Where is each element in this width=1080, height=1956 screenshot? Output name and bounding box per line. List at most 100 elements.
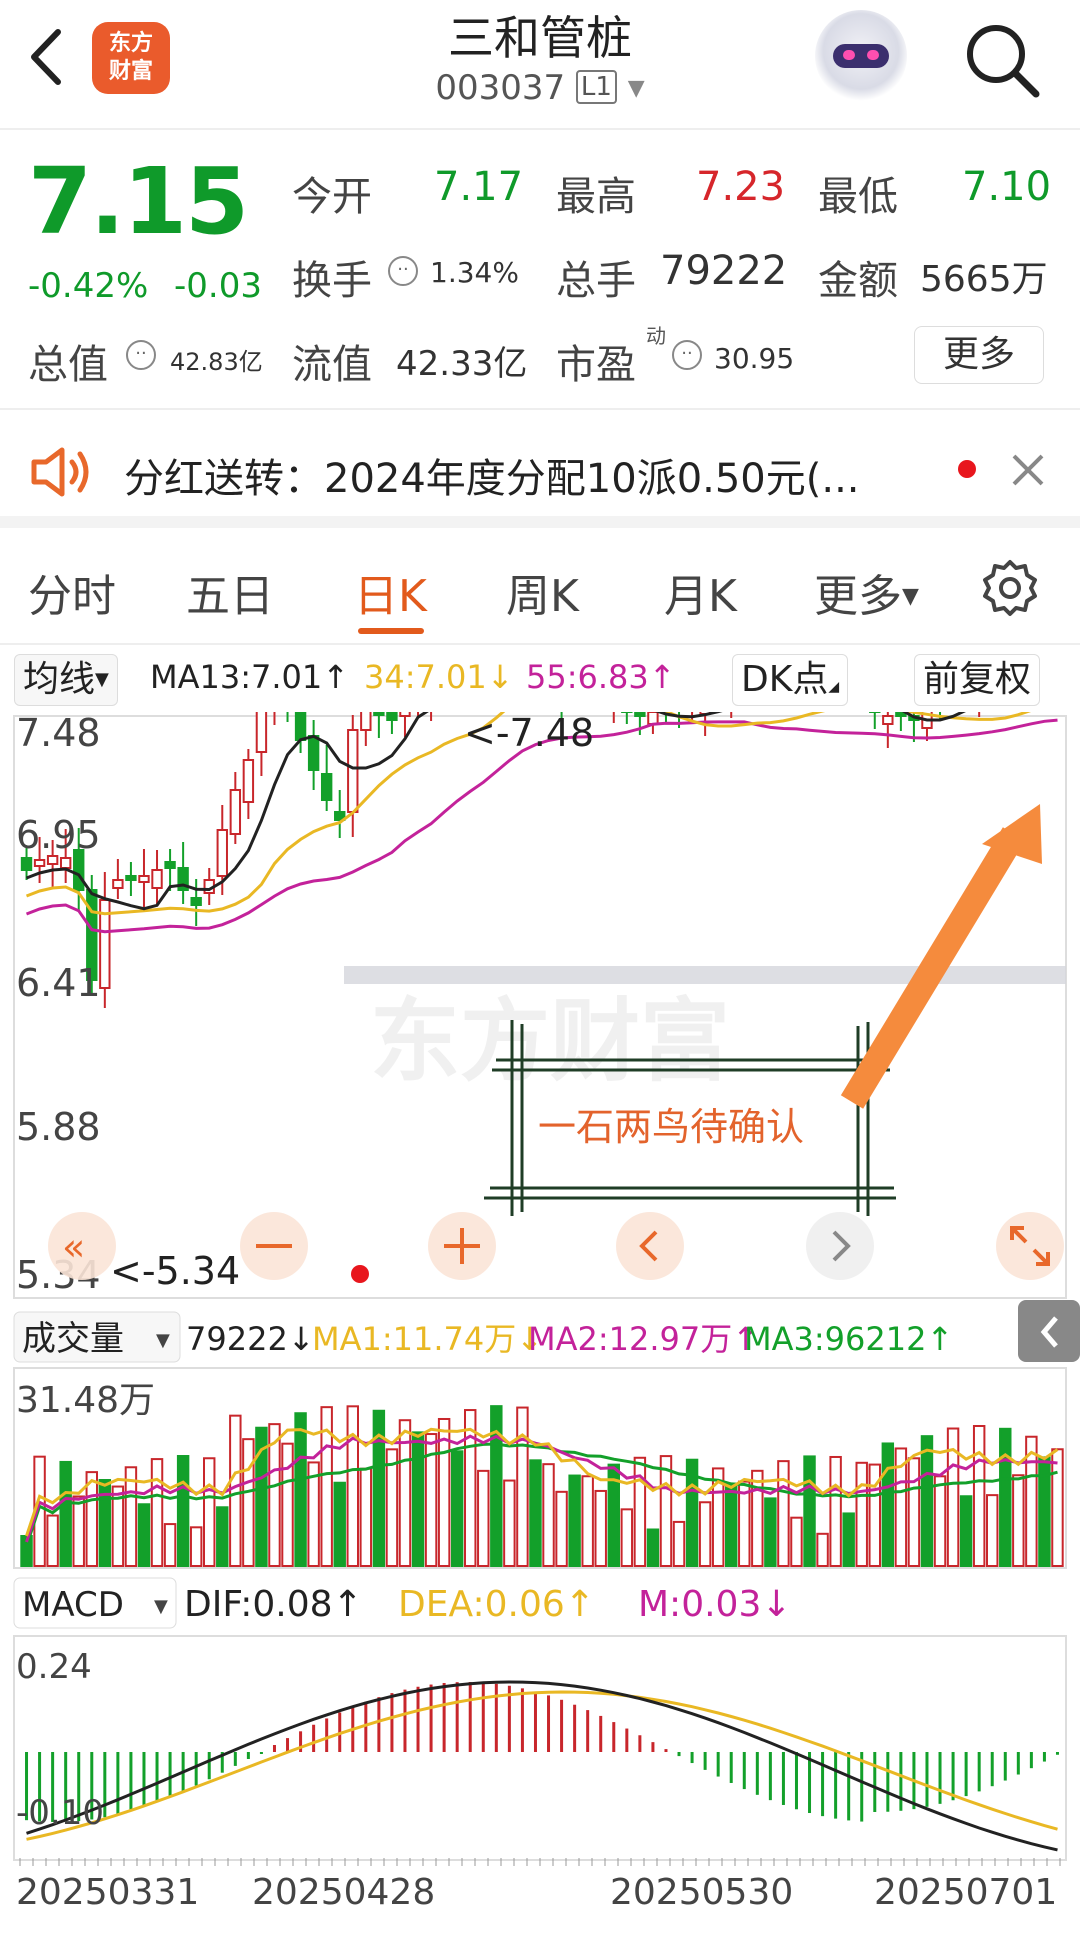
- corner-triangle-icon: ◢: [828, 679, 840, 695]
- dif-value: DIF:0.08↑: [184, 1584, 363, 1625]
- macd-bar: [520, 1688, 524, 1752]
- y-label: 5.88: [16, 1105, 101, 1149]
- high-label: 最高: [556, 174, 636, 220]
- volume-bar: [529, 1459, 542, 1568]
- volume-bar: [933, 1475, 947, 1567]
- candle-body: [33, 859, 46, 867]
- indicator-select[interactable]: 均线▼: [14, 654, 118, 706]
- candle-body: [386, 712, 398, 721]
- tab-minute[interactable]: 分时: [28, 560, 116, 624]
- volume-indicator-label: 成交量: [22, 1319, 124, 1359]
- low-marker: <-5.34: [110, 1249, 240, 1293]
- dk-point-button[interactable]: DK点◢: [732, 654, 849, 706]
- float-cap-value: 42.33亿: [396, 344, 528, 384]
- red-dot: [351, 1265, 369, 1283]
- assistant-robot-icon[interactable]: [815, 10, 907, 102]
- turnover-value: 1.34%: [430, 256, 519, 289]
- date-label: 20250331: [16, 1872, 199, 1913]
- info-icon[interactable]: ··: [126, 340, 156, 370]
- dif-line: [26, 1680, 1058, 1852]
- scroll-right-button[interactable]: [806, 1212, 874, 1280]
- volume-bar: [986, 1494, 999, 1567]
- adjust-button[interactable]: 前复权: [914, 654, 1041, 706]
- float-cap-label: 流值: [292, 342, 372, 388]
- tab-five-day[interactable]: 五日: [186, 560, 274, 624]
- tab-more[interactable]: 更多▼: [814, 560, 919, 624]
- macd-bar: [286, 1738, 290, 1752]
- macd-bar: [1003, 1752, 1007, 1781]
- stock-code[interactable]: 003037 L1 ▼: [0, 68, 1080, 108]
- caret-down-icon: ▼: [902, 584, 919, 609]
- candlesticks: [20, 712, 981, 1008]
- volume-bar: [176, 1455, 190, 1567]
- date-label: 20250428: [252, 1872, 435, 1913]
- macd-bar: [429, 1684, 433, 1752]
- gear-icon[interactable]: [980, 558, 1040, 618]
- volume-bar: [72, 1495, 85, 1568]
- candle-body: [112, 879, 124, 889]
- more-button[interactable]: 更多: [914, 326, 1044, 384]
- candle-body: [399, 712, 411, 717]
- watermark: 东方财富: [370, 989, 730, 1094]
- candle-body: [307, 735, 320, 771]
- dividend-notice[interactable]: 分红送转：2024年度分配10派0.50元(...: [0, 410, 1080, 528]
- collapse-side-button[interactable]: [1018, 1300, 1080, 1362]
- volume-bar: [790, 1516, 803, 1567]
- candle-body: [190, 897, 202, 906]
- candle-body: [164, 861, 176, 869]
- ma13-value: MA13:7.01↑: [150, 658, 350, 696]
- fullscreen-button[interactable]: [996, 1212, 1064, 1280]
- change-amount: -0.03: [174, 266, 262, 306]
- resistance-band: [344, 966, 1066, 984]
- volume-bar: [855, 1461, 868, 1567]
- macd-bar: [729, 1752, 733, 1783]
- volume-bar: [555, 1490, 568, 1567]
- macd-bar: [1042, 1752, 1046, 1762]
- current-price: 7.15: [28, 148, 249, 255]
- volume-bar: [999, 1427, 1012, 1567]
- macd-bar: [794, 1752, 798, 1810]
- y-label: 6.41: [16, 961, 101, 1005]
- macd-bar: [716, 1752, 720, 1777]
- volume-bar: [542, 1463, 555, 1567]
- candle-body: [151, 869, 163, 889]
- info-icon[interactable]: ··: [672, 340, 702, 370]
- caret-down-icon: ▼: [95, 669, 109, 690]
- macd-bar: [938, 1752, 942, 1804]
- macd-bar: [207, 1752, 211, 1780]
- amount-label: 金额: [818, 258, 898, 304]
- macd-indicator-label: MACD: [22, 1585, 124, 1625]
- candle-body: [138, 875, 150, 883]
- candle-body: [373, 712, 385, 716]
- volume-bar: [646, 1528, 660, 1567]
- volume-bar: [829, 1455, 842, 1567]
- volume-bar: [581, 1475, 594, 1568]
- info-icon[interactable]: ··: [388, 256, 418, 286]
- macd-bar: [547, 1695, 551, 1752]
- tab-monthly-k[interactable]: 月K: [664, 560, 737, 624]
- macd-bar: [442, 1683, 446, 1752]
- macd-bar: [834, 1752, 838, 1819]
- macd-bar: [116, 1752, 120, 1815]
- macd-bar: [1016, 1752, 1020, 1775]
- macd-bar: [246, 1752, 250, 1759]
- scroll-left-button[interactable]: [616, 1212, 684, 1280]
- tab-daily-k[interactable]: 日K: [354, 560, 427, 624]
- notice-text: 分红送转：2024年度分配10派0.50元(...: [124, 456, 860, 502]
- pattern-annotation-text: 一石两鸟待确认: [538, 1105, 804, 1149]
- macd-bar: [573, 1704, 577, 1752]
- macd-bar: [951, 1752, 955, 1801]
- tab-weekly-k[interactable]: 周K: [506, 560, 579, 624]
- volume-bar: [920, 1435, 934, 1567]
- candle-body: [294, 712, 307, 741]
- search-icon[interactable]: [962, 20, 1042, 100]
- close-icon[interactable]: [1008, 450, 1048, 490]
- macd-bar: [560, 1699, 564, 1752]
- dea-value: DEA:0.06↑: [398, 1584, 595, 1625]
- volume-bar: [150, 1458, 164, 1567]
- volume-bar: [1012, 1474, 1025, 1568]
- volume-value: 79222↓: [186, 1320, 315, 1358]
- vol-ma3: MA3:96212↑: [744, 1320, 953, 1358]
- macd-bar: [742, 1752, 746, 1790]
- vol-ma2: MA2:12.97万↑: [528, 1320, 759, 1358]
